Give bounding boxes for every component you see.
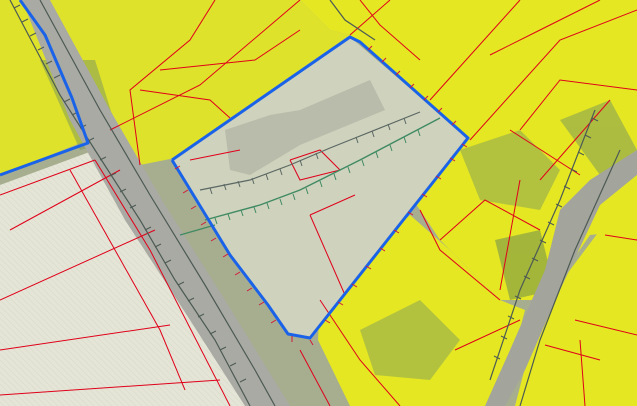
map-canvas[interactable] xyxy=(0,0,637,406)
map-view[interactable] xyxy=(0,0,637,406)
